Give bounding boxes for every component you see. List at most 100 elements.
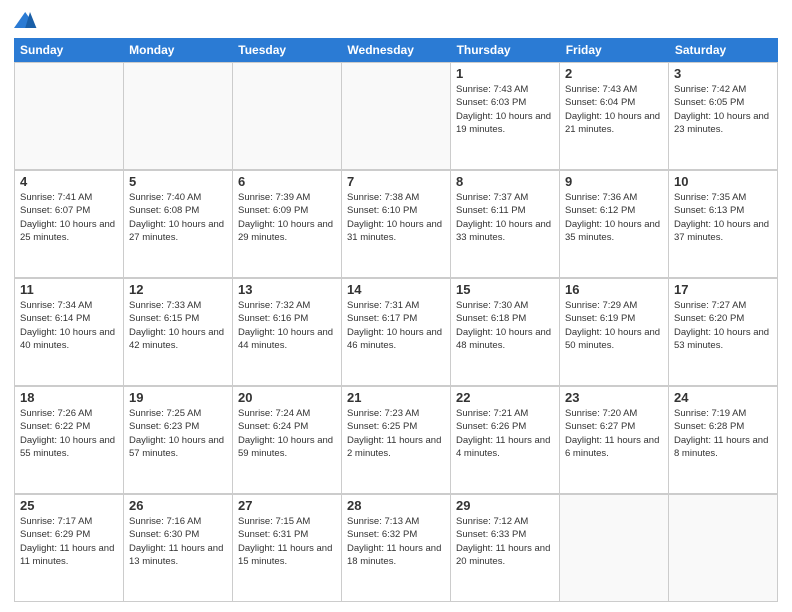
day-number: 26 bbox=[129, 498, 227, 513]
calendar-row: 18Sunrise: 7:26 AM Sunset: 6:22 PM Dayli… bbox=[14, 386, 778, 494]
calendar-body: 1 Sunrise: 7:43 AM Sunset: 6:03 PM Daylig… bbox=[14, 62, 778, 602]
day-number: 24 bbox=[674, 390, 772, 405]
day-number: 1 bbox=[456, 66, 554, 81]
calendar-cell: 12 Sunrise: 7:33 AM Sunset: 6:15 PM Dayli… bbox=[124, 279, 233, 386]
calendar-cell: 27 Sunrise: 7:15 AM Sunset: 6:31 PM Dayli… bbox=[233, 495, 342, 602]
day-number: 6 bbox=[238, 174, 336, 189]
day-info: Sunrise: 7:43 AM Sunset: 6:04 PM Dayligh… bbox=[565, 83, 663, 136]
calendar-cell: 11 Sunrise: 7:34 AM Sunset: 6:14 PM Dayli… bbox=[15, 279, 124, 386]
day-number: 19 bbox=[129, 390, 227, 405]
day-info: Sunrise: 7:16 AM Sunset: 6:30 PM Dayligh… bbox=[129, 515, 227, 568]
calendar-cell: 15Sunrise: 7:30 AM Sunset: 6:18 PM Dayli… bbox=[451, 279, 560, 386]
day-number: 14 bbox=[347, 282, 445, 297]
calendar-cell: 6 Sunrise: 7:39 AM Sunset: 6:09 PM Daylig… bbox=[233, 171, 342, 278]
day-info: Sunrise: 7:37 AM Sunset: 6:11 PM Dayligh… bbox=[456, 191, 554, 244]
day-number: 16 bbox=[565, 282, 663, 297]
day-info: Sunrise: 7:35 AM Sunset: 6:13 PM Dayligh… bbox=[674, 191, 772, 244]
calendar-row: 25 Sunrise: 7:17 AM Sunset: 6:29 PM Dayli… bbox=[14, 494, 778, 602]
calendar-cell: 25 Sunrise: 7:17 AM Sunset: 6:29 PM Dayli… bbox=[15, 495, 124, 602]
calendar-cell: 20 Sunrise: 7:24 AM Sunset: 6:24 PM Dayli… bbox=[233, 387, 342, 494]
calendar-cell bbox=[669, 495, 778, 602]
calendar-header: SundayMondayTuesdayWednesdayThursdayFrid… bbox=[14, 38, 778, 62]
day-info: Sunrise: 7:27 AM Sunset: 6:20 PM Dayligh… bbox=[674, 299, 772, 352]
calendar-cell: 26 Sunrise: 7:16 AM Sunset: 6:30 PM Dayli… bbox=[124, 495, 233, 602]
logo bbox=[14, 10, 42, 30]
day-number: 28 bbox=[347, 498, 445, 513]
day-of-week-header: Tuesday bbox=[232, 38, 341, 62]
day-of-week-header: Sunday bbox=[14, 38, 123, 62]
day-number: 2 bbox=[565, 66, 663, 81]
day-number: 12 bbox=[129, 282, 227, 297]
day-number: 8 bbox=[456, 174, 554, 189]
day-info: Sunrise: 7:15 AM Sunset: 6:31 PM Dayligh… bbox=[238, 515, 336, 568]
day-info: Sunrise: 7:29 AM Sunset: 6:19 PM Dayligh… bbox=[565, 299, 663, 352]
day-info: Sunrise: 7:36 AM Sunset: 6:12 PM Dayligh… bbox=[565, 191, 663, 244]
calendar-cell: 5 Sunrise: 7:40 AM Sunset: 6:08 PM Daylig… bbox=[124, 171, 233, 278]
calendar-cell bbox=[124, 63, 233, 170]
day-info: Sunrise: 7:31 AM Sunset: 6:17 PM Dayligh… bbox=[347, 299, 445, 352]
calendar-cell: 23 Sunrise: 7:20 AM Sunset: 6:27 PM Dayli… bbox=[560, 387, 669, 494]
day-info: Sunrise: 7:13 AM Sunset: 6:32 PM Dayligh… bbox=[347, 515, 445, 568]
day-number: 11 bbox=[20, 282, 118, 297]
calendar-cell: 10 Sunrise: 7:35 AM Sunset: 6:13 PM Dayli… bbox=[669, 171, 778, 278]
day-number: 29 bbox=[456, 498, 554, 513]
calendar-cell: 19 Sunrise: 7:25 AM Sunset: 6:23 PM Dayli… bbox=[124, 387, 233, 494]
calendar-cell: 29 Sunrise: 7:12 AM Sunset: 6:33 PM Dayli… bbox=[451, 495, 560, 602]
day-number: 9 bbox=[565, 174, 663, 189]
day-info: Sunrise: 7:33 AM Sunset: 6:15 PM Dayligh… bbox=[129, 299, 227, 352]
day-of-week-header: Thursday bbox=[451, 38, 560, 62]
day-of-week-header: Wednesday bbox=[341, 38, 450, 62]
calendar-cell: 22 Sunrise: 7:21 AM Sunset: 6:26 PM Dayli… bbox=[451, 387, 560, 494]
day-info: Sunrise: 7:23 AM Sunset: 6:25 PM Dayligh… bbox=[347, 407, 445, 460]
calendar-cell: 3Sunrise: 7:42 AM Sunset: 6:05 PM Daylig… bbox=[669, 63, 778, 170]
day-number: 7 bbox=[347, 174, 445, 189]
calendar-row: 11 Sunrise: 7:34 AM Sunset: 6:14 PM Dayli… bbox=[14, 278, 778, 386]
day-info: Sunrise: 7:32 AM Sunset: 6:16 PM Dayligh… bbox=[238, 299, 336, 352]
header bbox=[14, 10, 778, 30]
calendar-cell bbox=[15, 63, 124, 170]
day-number: 21 bbox=[347, 390, 445, 405]
day-info: Sunrise: 7:24 AM Sunset: 6:24 PM Dayligh… bbox=[238, 407, 336, 460]
calendar-cell: 14 Sunrise: 7:31 AM Sunset: 6:17 PM Dayli… bbox=[342, 279, 451, 386]
day-number: 23 bbox=[565, 390, 663, 405]
day-number: 4 bbox=[20, 174, 118, 189]
calendar: SundayMondayTuesdayWednesdayThursdayFrid… bbox=[14, 38, 778, 602]
calendar-cell: 8 Sunrise: 7:37 AM Sunset: 6:11 PM Daylig… bbox=[451, 171, 560, 278]
day-info: Sunrise: 7:38 AM Sunset: 6:10 PM Dayligh… bbox=[347, 191, 445, 244]
day-info: Sunrise: 7:34 AM Sunset: 6:14 PM Dayligh… bbox=[20, 299, 118, 352]
day-info: Sunrise: 7:20 AM Sunset: 6:27 PM Dayligh… bbox=[565, 407, 663, 460]
day-of-week-header: Monday bbox=[123, 38, 232, 62]
calendar-cell: 24 Sunrise: 7:19 AM Sunset: 6:28 PM Dayli… bbox=[669, 387, 778, 494]
day-number: 27 bbox=[238, 498, 336, 513]
day-number: 13 bbox=[238, 282, 336, 297]
day-info: Sunrise: 7:25 AM Sunset: 6:23 PM Dayligh… bbox=[129, 407, 227, 460]
day-info: Sunrise: 7:17 AM Sunset: 6:29 PM Dayligh… bbox=[20, 515, 118, 568]
day-info: Sunrise: 7:26 AM Sunset: 6:22 PM Dayligh… bbox=[20, 407, 118, 460]
day-number: 20 bbox=[238, 390, 336, 405]
day-info: Sunrise: 7:19 AM Sunset: 6:28 PM Dayligh… bbox=[674, 407, 772, 460]
day-number: 10 bbox=[674, 174, 772, 189]
day-info: Sunrise: 7:43 AM Sunset: 6:03 PM Dayligh… bbox=[456, 83, 554, 136]
day-number: 17 bbox=[674, 282, 772, 297]
calendar-cell: 4Sunrise: 7:41 AM Sunset: 6:07 PM Daylig… bbox=[15, 171, 124, 278]
day-info: Sunrise: 7:12 AM Sunset: 6:33 PM Dayligh… bbox=[456, 515, 554, 568]
page: SundayMondayTuesdayWednesdayThursdayFrid… bbox=[0, 0, 792, 612]
calendar-cell: 9 Sunrise: 7:36 AM Sunset: 6:12 PM Daylig… bbox=[560, 171, 669, 278]
day-info: Sunrise: 7:39 AM Sunset: 6:09 PM Dayligh… bbox=[238, 191, 336, 244]
day-number: 5 bbox=[129, 174, 227, 189]
day-info: Sunrise: 7:21 AM Sunset: 6:26 PM Dayligh… bbox=[456, 407, 554, 460]
calendar-cell: 21 Sunrise: 7:23 AM Sunset: 6:25 PM Dayli… bbox=[342, 387, 451, 494]
calendar-cell: 17 Sunrise: 7:27 AM Sunset: 6:20 PM Dayli… bbox=[669, 279, 778, 386]
calendar-cell: 18Sunrise: 7:26 AM Sunset: 6:22 PM Dayli… bbox=[15, 387, 124, 494]
calendar-cell: 13 Sunrise: 7:32 AM Sunset: 6:16 PM Dayli… bbox=[233, 279, 342, 386]
calendar-cell: 1 Sunrise: 7:43 AM Sunset: 6:03 PM Daylig… bbox=[451, 63, 560, 170]
calendar-cell: 7 Sunrise: 7:38 AM Sunset: 6:10 PM Daylig… bbox=[342, 171, 451, 278]
day-info: Sunrise: 7:40 AM Sunset: 6:08 PM Dayligh… bbox=[129, 191, 227, 244]
day-of-week-header: Friday bbox=[560, 38, 669, 62]
calendar-cell: 16 Sunrise: 7:29 AM Sunset: 6:19 PM Dayli… bbox=[560, 279, 669, 386]
day-number: 22 bbox=[456, 390, 554, 405]
calendar-cell bbox=[342, 63, 451, 170]
day-number: 25 bbox=[20, 498, 118, 513]
calendar-cell: 28 Sunrise: 7:13 AM Sunset: 6:32 PM Dayli… bbox=[342, 495, 451, 602]
day-number: 15 bbox=[456, 282, 554, 297]
